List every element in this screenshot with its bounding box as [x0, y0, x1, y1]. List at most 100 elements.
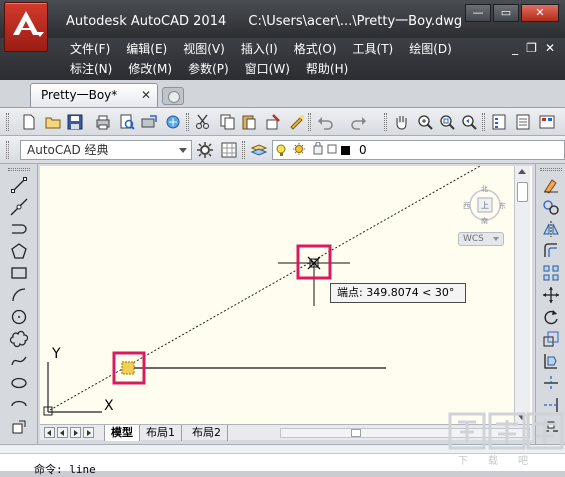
minimize-button[interactable]: — [465, 4, 491, 22]
rotate-icon[interactable] [542, 308, 560, 326]
offset-icon[interactable] [542, 242, 560, 260]
command-line[interactable]: 命令: line [0, 444, 565, 476]
application-menu-button[interactable] [4, 2, 48, 52]
menu-item[interactable]: 文件(F) [62, 39, 118, 59]
next-layout-icon[interactable] [70, 427, 81, 438]
horizontal-scrollbar[interactable] [280, 428, 530, 438]
polyline-icon[interactable] [10, 220, 28, 238]
new-tab-button[interactable] [162, 87, 184, 105]
scale-icon[interactable] [542, 330, 560, 348]
publish-icon[interactable] [140, 113, 158, 131]
tab-pretty-boy[interactable]: Pretty一Boy* ✕ [30, 83, 158, 107]
previous-layout-icon[interactable] [57, 427, 68, 438]
erase-icon[interactable] [542, 176, 560, 194]
revision-cloud-icon[interactable] [10, 330, 28, 348]
document-close-button[interactable]: ✕ [545, 41, 555, 55]
zoom-window-icon[interactable] [438, 113, 456, 131]
layer-dropdown[interactable]: 0 [272, 140, 565, 160]
redo-icon[interactable] [350, 113, 368, 131]
scroll-up-icon[interactable] [518, 169, 526, 174]
construction-line-icon[interactable] [10, 198, 28, 216]
toolbar-grip[interactable] [6, 141, 9, 159]
palette-grip[interactable] [540, 168, 562, 171]
scroll-thumb[interactable] [351, 429, 361, 437]
chevron-down-icon [493, 237, 499, 241]
menu-item[interactable]: 插入(I) [233, 39, 286, 59]
menu-row-2: 标注(N) 修改(M) 参数(P) 窗口(W) 帮助(H) [62, 59, 356, 79]
menu-item[interactable]: 修改(M) [120, 59, 180, 79]
extend-icon[interactable] [542, 396, 560, 414]
toolbar-grip[interactable] [6, 113, 9, 131]
polygon-icon[interactable] [10, 242, 28, 260]
menu-item[interactable]: 编辑(E) [118, 39, 175, 59]
ellipse-arc-icon[interactable] [10, 396, 28, 414]
print-icon[interactable] [94, 113, 112, 131]
menu-item[interactable]: 窗口(W) [237, 59, 298, 79]
menu-item[interactable]: 绘图(D) [401, 39, 460, 59]
last-layout-icon[interactable] [83, 427, 94, 438]
document-minimize-button[interactable]: _ [512, 41, 518, 55]
menu-item[interactable]: 视图(V) [175, 39, 233, 59]
vertical-scrollbar[interactable] [514, 166, 530, 424]
design-center-icon[interactable] [164, 113, 182, 131]
menu-item[interactable]: 格式(O) [286, 39, 345, 59]
pan-icon[interactable] [392, 113, 410, 131]
menu-item[interactable]: 标注(N) [62, 59, 120, 79]
viewcube-top-face[interactable]: 上 [481, 200, 489, 211]
layout-tab[interactable]: 布局2 [186, 425, 228, 441]
properties-icon[interactable] [490, 113, 508, 131]
scroll-down-icon[interactable] [518, 415, 526, 420]
wcs-menu[interactable]: WCS [458, 232, 504, 246]
menu-item[interactable]: 帮助(H) [298, 59, 356, 79]
first-layout-icon[interactable] [44, 427, 55, 438]
circle-icon[interactable] [10, 308, 28, 326]
workspace-value: AutoCAD 经典 [27, 143, 109, 157]
tool-palettes-icon[interactable] [514, 113, 532, 131]
trim-icon[interactable] [542, 374, 560, 392]
rectangle-icon[interactable] [10, 264, 28, 282]
new-file-icon[interactable] [20, 113, 38, 131]
copy-icon[interactable] [218, 113, 236, 131]
viewcube-east[interactable]: 东 [499, 201, 506, 211]
zoom-previous-icon[interactable] [460, 113, 478, 131]
workspace-dropdown[interactable]: AutoCAD 经典 [20, 140, 192, 160]
scroll-thumb[interactable] [517, 182, 528, 202]
insert-block-icon[interactable] [10, 418, 28, 436]
array-icon[interactable] [542, 264, 560, 282]
paste-icon[interactable] [240, 113, 258, 131]
open-folder-icon[interactable] [44, 113, 62, 131]
move-icon[interactable] [542, 286, 560, 304]
viewcube[interactable]: 北 南 西 东 上 [463, 184, 506, 226]
workspace-grid-icon[interactable] [220, 141, 238, 159]
layer-manager-icon[interactable] [250, 141, 268, 159]
close-button[interactable]: ✕ [521, 4, 559, 22]
viewcube-west[interactable]: 西 [463, 201, 470, 211]
viewcube-south[interactable]: 南 [481, 216, 488, 226]
break-icon[interactable] [542, 418, 560, 436]
line-tool-icon[interactable] [10, 176, 28, 194]
layout-tab[interactable]: 布局1 [140, 425, 182, 441]
arc-icon[interactable] [10, 286, 28, 304]
sheet-set-icon[interactable] [538, 113, 556, 131]
layout-tab[interactable]: 模型 [104, 425, 140, 441]
document-restore-button[interactable]: ❐ [526, 41, 537, 55]
print-preview-icon[interactable] [118, 113, 136, 131]
workspace-settings-gear-icon[interactable] [196, 141, 214, 159]
cut-icon[interactable] [194, 113, 212, 131]
close-icon[interactable]: ✕ [141, 84, 151, 106]
match-properties-icon[interactable] [264, 113, 282, 131]
zoom-realtime-icon[interactable] [416, 113, 434, 131]
save-icon[interactable] [66, 113, 84, 131]
menu-item[interactable]: 工具(T) [345, 39, 402, 59]
copy-object-icon[interactable] [542, 198, 560, 216]
stretch-icon[interactable] [542, 352, 560, 370]
ellipse-icon[interactable] [10, 374, 28, 392]
restore-button[interactable]: ▭ [493, 4, 519, 22]
spline-icon[interactable] [10, 352, 28, 370]
block-editor-icon[interactable] [288, 113, 306, 131]
viewcube-north[interactable]: 北 [481, 184, 488, 194]
palette-grip[interactable] [8, 168, 30, 171]
undo-icon[interactable] [316, 113, 334, 131]
menu-item[interactable]: 参数(P) [180, 59, 237, 79]
mirror-icon[interactable] [542, 220, 560, 238]
